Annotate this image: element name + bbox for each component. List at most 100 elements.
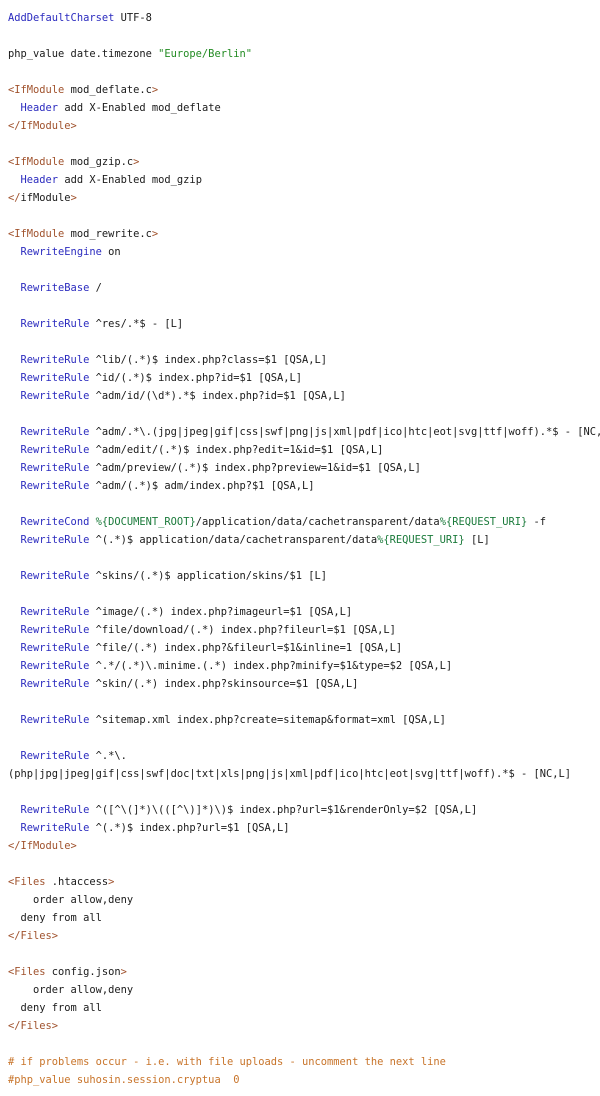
text-token: ^skin/(.*) index.php?skinsource=$1 [QSA,… bbox=[89, 678, 359, 690]
text-token: on bbox=[101, 246, 121, 258]
code-line: <IfModule mod_rewrite.c> bbox=[8, 225, 600, 243]
directive-token: RewriteRule bbox=[20, 660, 90, 672]
text-token: UTF-8 bbox=[114, 12, 152, 24]
text-token: (php|jpg|jpeg|gif|css|swf|doc|txt|xls|pn… bbox=[8, 768, 572, 780]
comment-token: # if problems occur - i.e. with file upl… bbox=[8, 1056, 446, 1068]
code-line: php_value date.timezone "Europe/Berlin" bbox=[8, 45, 600, 63]
text-token: ^image/(.*) index.php?imageurl=$1 [QSA,L… bbox=[89, 606, 353, 618]
code-line: RewriteRule ^skin/(.*) index.php?skinsou… bbox=[8, 675, 600, 693]
code-line: </IfModule> bbox=[8, 117, 600, 135]
directive-token: RewriteRule bbox=[20, 624, 90, 636]
text-token: ^.*/(.*)\.minime.(.*) index.php?minify=$… bbox=[89, 660, 453, 672]
text-token: ^adm/preview/(.*)$ index.php?preview=1&i… bbox=[89, 462, 421, 474]
code-line: </IfModule> bbox=[8, 837, 600, 855]
text-token: ^adm/(.*)$ adm/index.php?$1 [QSA,L] bbox=[89, 480, 315, 492]
text-token: mod_gzip.c bbox=[64, 156, 134, 168]
text-token: ^adm/edit/(.*)$ index.php?edit=1&id=$1 [… bbox=[89, 444, 384, 456]
text-token: ^res/.*$ - [L] bbox=[89, 318, 184, 330]
code-line: RewriteRule ^file/download/(.*) index.ph… bbox=[8, 621, 600, 639]
tag-token: > bbox=[70, 192, 77, 204]
text-token: deny from all bbox=[8, 1002, 102, 1014]
code-line: RewriteRule ^adm/id/(\d*).*$ index.php?i… bbox=[8, 387, 600, 405]
text-token: order allow,deny bbox=[8, 984, 134, 996]
text-token: ifModule bbox=[20, 192, 71, 204]
text-token: ^adm/id/(\d*).*$ index.php?id=$1 [QSA,L] bbox=[89, 390, 346, 402]
variable-token: %{REQUEST_URI} bbox=[377, 534, 465, 546]
code-line: RewriteRule ^adm/preview/(.*)$ index.php… bbox=[8, 459, 600, 477]
text-token: ^file/download/(.*) index.php?fileurl=$1… bbox=[89, 624, 396, 636]
text-token: config.json bbox=[45, 966, 121, 978]
text-token: ^skins/(.*)$ application/skins/$1 [L] bbox=[89, 570, 328, 582]
text-token: [L] bbox=[464, 534, 490, 546]
code-line: RewriteRule ^lib/(.*)$ index.php?class=$… bbox=[8, 351, 600, 369]
tag-token: </Files> bbox=[8, 1020, 59, 1032]
directive-token: RewriteRule bbox=[20, 570, 90, 582]
text-token: php_value date.timezone bbox=[8, 48, 159, 60]
directive-token: RewriteRule bbox=[20, 480, 90, 492]
text-token: /application/data/cachetransparent/data bbox=[195, 516, 440, 528]
tag-token: </ bbox=[8, 192, 21, 204]
code-line: <IfModule mod_deflate.c> bbox=[8, 81, 600, 99]
text-token: mod_rewrite.c bbox=[64, 228, 152, 240]
code-line: </Files> bbox=[8, 927, 600, 945]
code-line: AddDefaultCharset UTF-8 bbox=[8, 9, 600, 27]
tag-token: <IfModule bbox=[8, 84, 65, 96]
code-line: (php|jpg|jpeg|gif|css|swf|doc|txt|xls|pn… bbox=[8, 765, 600, 783]
text-token: ^.*\. bbox=[89, 750, 127, 762]
tag-token: > bbox=[108, 876, 115, 888]
text-token: ^adm/.*\.(jpg|jpeg|gif|css|swf|png|js|xm… bbox=[89, 426, 600, 438]
htaccess-code-listing: AddDefaultCharset UTF-8 php_value date.ti… bbox=[8, 9, 600, 1089]
code-line: <IfModule mod_gzip.c> bbox=[8, 153, 600, 171]
text-token: mod_deflate.c bbox=[64, 84, 152, 96]
text-token: deny from all bbox=[8, 912, 102, 924]
text-token: add X-Enabled mod_gzip bbox=[58, 174, 202, 186]
directive-token: RewriteRule bbox=[20, 372, 90, 384]
code-line: RewriteCond %{DOCUMENT_ROOT}/application… bbox=[8, 513, 600, 531]
code-line: RewriteRule ^image/(.*) index.php?imageu… bbox=[8, 603, 600, 621]
text-token: ^(.*)$ application/data/cachetransparent… bbox=[89, 534, 378, 546]
directive-token: Header bbox=[20, 174, 59, 186]
code-line: deny from all bbox=[8, 909, 600, 927]
text-token: ^file/(.*) index.php?&fileurl=$1&inline=… bbox=[89, 642, 403, 654]
directive-token: RewriteEngine bbox=[20, 246, 102, 258]
code-line: deny from all bbox=[8, 999, 600, 1017]
code-line: RewriteRule ^res/.*$ - [L] bbox=[8, 315, 600, 333]
text-token: ^sitemap.xml index.php?create=sitemap&fo… bbox=[89, 714, 446, 726]
code-line: order allow,deny bbox=[8, 891, 600, 909]
text-token: ^([^\(]*)\(([^\)]*)\)$ index.php?url=$1&… bbox=[89, 804, 478, 816]
tag-token: <Files bbox=[8, 966, 46, 978]
tag-token: > bbox=[151, 84, 159, 96]
tag-token: > bbox=[151, 228, 159, 240]
code-line: <Files .htaccess> bbox=[8, 873, 600, 891]
code-line: RewriteRule ^([^\(]*)\(([^\)]*)\)$ index… bbox=[8, 801, 600, 819]
code-line: RewriteRule ^(.*)$ index.php?url=$1 [QSA… bbox=[8, 819, 600, 837]
directive-token: RewriteRule bbox=[20, 534, 90, 546]
directive-token: RewriteRule bbox=[20, 390, 90, 402]
